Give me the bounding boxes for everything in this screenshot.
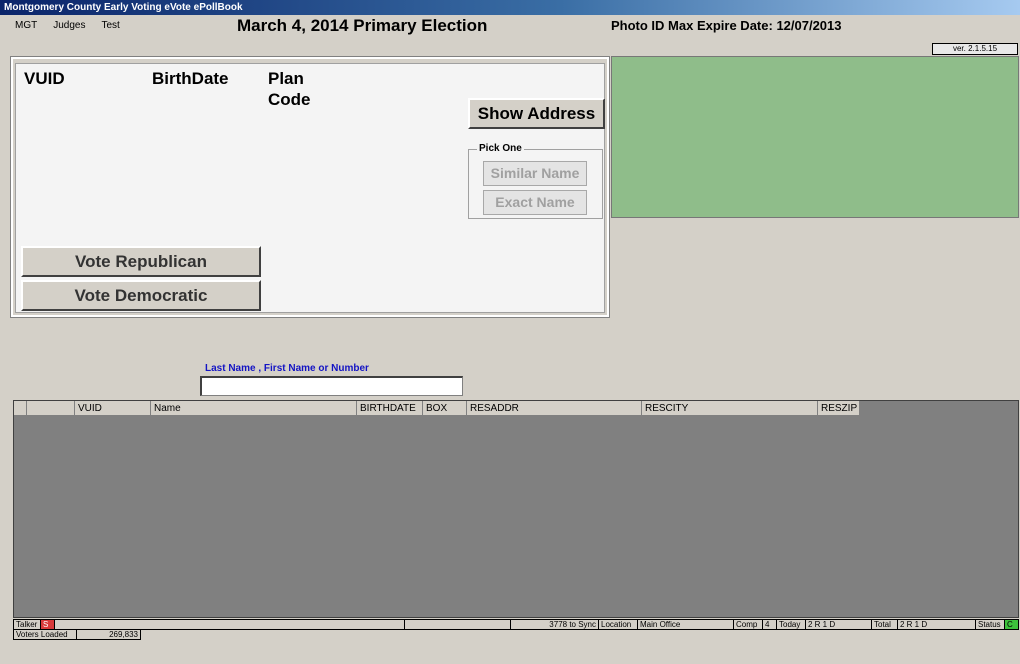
grid-col-resaddr[interactable]: RESADDR — [467, 401, 642, 416]
status-total-value: 2 R 1 D — [898, 619, 976, 630]
status-bar: Talker S 3778 to Sync Location Main Offi… — [13, 619, 1019, 630]
plan-label: Plan — [268, 69, 304, 88]
status-bar-voters: Voters Loaded 269,833 — [13, 629, 141, 640]
grid-col-blank[interactable] — [27, 401, 75, 416]
show-address-button[interactable]: Show Address — [468, 98, 605, 129]
grid-col-selector[interactable] — [14, 401, 27, 416]
status-today-value: 2 R 1 D — [806, 619, 872, 630]
status-total-label: Total — [872, 619, 898, 630]
menu-judges[interactable]: Judges — [45, 16, 93, 36]
version-label: ver. 2.1.5.15 — [932, 43, 1018, 55]
exact-name-button[interactable]: Exact Name — [483, 190, 587, 215]
grid-col-vuid[interactable]: VUID — [75, 401, 151, 416]
voters-loaded-value: 269,833 — [77, 629, 141, 640]
status-location-label: Location — [599, 619, 638, 630]
voter-info-area: VUID BirthDate Plan Code Show Address Pi… — [15, 63, 605, 313]
vote-republican-button[interactable]: Vote Republican — [21, 246, 261, 277]
status-comp-label: Comp — [734, 619, 763, 630]
status-sync: 3778 to Sync — [511, 619, 599, 630]
pick-one-label: Pick One — [477, 143, 524, 154]
photo-id-expire: Photo ID Max Expire Date: 12/07/2013 — [611, 18, 842, 33]
voter-image-panel — [611, 56, 1019, 218]
vote-democratic-button[interactable]: Vote Democratic — [21, 280, 261, 311]
similar-name-button[interactable]: Similar Name — [483, 161, 587, 186]
vuid-label: VUID — [24, 69, 65, 88]
status-status-value: C — [1005, 619, 1019, 630]
photo-id-date: 12/07/2013 — [776, 18, 842, 33]
status-status-label: Status — [976, 619, 1005, 630]
grid-col-name[interactable]: Name — [151, 401, 357, 416]
grid-col-birthdate[interactable]: BIRTHDATE — [357, 401, 423, 416]
election-title: March 4, 2014 Primary Election — [237, 16, 488, 35]
grid-col-rescity[interactable]: RESCITY — [642, 401, 818, 416]
status-today-label: Today — [777, 619, 806, 630]
pick-one-group: Pick One Similar Name Exact Name — [468, 143, 603, 219]
voter-panel: VUID BirthDate Plan Code Show Address Pi… — [10, 56, 610, 318]
photo-id-label: Photo ID Max Expire Date: — [611, 18, 773, 33]
voter-results-grid[interactable]: VUID Name BIRTHDATE BOX RESADDR RESCITY … — [13, 400, 1019, 618]
search-label: Last Name , First Name or Number — [205, 363, 369, 374]
status-blank-2 — [405, 619, 511, 630]
menu-test[interactable]: Test — [93, 16, 127, 36]
birthdate-label: BirthDate — [152, 69, 229, 88]
menu-mgt[interactable]: MGT — [0, 16, 45, 36]
grid-col-reszip[interactable]: RESZIP — [818, 401, 860, 416]
status-location-value: Main Office — [638, 619, 734, 630]
menubar: MGT Judges Test — [0, 16, 128, 36]
status-comp-value: 4 — [763, 619, 777, 630]
search-input[interactable] — [200, 376, 463, 396]
voters-loaded-label: Voters Loaded — [13, 629, 77, 640]
code-label: Code — [268, 90, 311, 109]
window-titlebar: Montgomery County Early Voting eVote ePo… — [0, 0, 1020, 15]
grid-header: VUID Name BIRTHDATE BOX RESADDR RESCITY … — [14, 401, 860, 416]
grid-col-box[interactable]: BOX — [423, 401, 467, 416]
